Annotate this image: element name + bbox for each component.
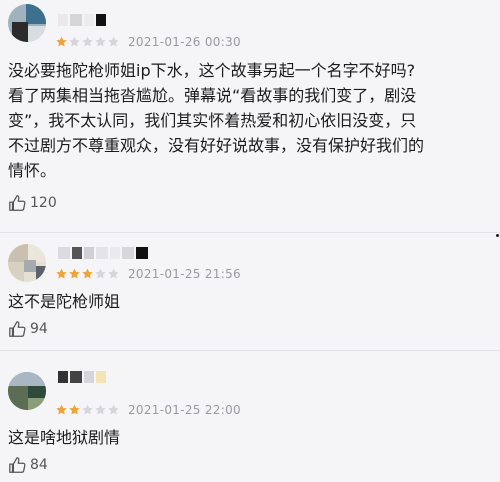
comment-text-line: 情怀。 [8, 161, 57, 180]
thumbs-up-icon [9, 195, 26, 211]
star-icon [69, 36, 80, 47]
like-count: 84 [30, 457, 48, 473]
username[interactable] [58, 371, 108, 383]
star-icon [82, 404, 93, 415]
comment-item: 2021-01-26 00:30 没必要拖陀枪师姐ip下水，这个故事另起一个名字… [0, 0, 500, 232]
star-icon [56, 404, 67, 415]
comment-text-line: 看了两集相当拖沓尴尬。弹幕说“看故事的我们变了，剧没 [8, 86, 417, 105]
star-icon [95, 404, 106, 415]
comment-item: 2021-01-25 21:56 这不是陀枪师姐 94 [0, 233, 500, 350]
like-button[interactable]: 94 [8, 320, 48, 338]
rating-stars [55, 35, 120, 49]
comment-text: 这是啥地狱剧情 [8, 425, 120, 450]
like-button[interactable]: 120 [8, 194, 57, 212]
thumbs-up-icon [9, 321, 26, 337]
comment-text-line: 不过剧方不尊重观众，没有好好说故事，没有保护好我们的 [8, 136, 425, 155]
comment-text-line: 变”，我不太认同，我们其实怀着热爱和初心依旧没变，只 [8, 111, 417, 130]
comment-text-line: 没必要拖陀枪师姐ip下水，这个故事另起一个名字不好吗? [8, 61, 416, 80]
comment-text-line: 这是啥地狱剧情 [8, 428, 121, 447]
star-icon [108, 404, 119, 415]
star-icon [69, 268, 80, 279]
like-count: 120 [30, 195, 57, 211]
like-button[interactable]: 84 [8, 456, 48, 474]
star-icon [56, 36, 67, 47]
comment-time: 2021-01-25 21:56 [128, 267, 241, 281]
star-icon [69, 404, 80, 415]
username[interactable] [58, 14, 108, 26]
star-icon [95, 36, 106, 47]
comment-time: 2021-01-26 00:30 [128, 35, 241, 49]
avatar[interactable] [8, 244, 46, 282]
comment-text-line: 这不是陀枪师姐 [8, 292, 121, 311]
rating-stars [55, 403, 120, 417]
avatar[interactable] [8, 372, 46, 410]
rating-stars [55, 267, 120, 281]
comment-text: 没必要拖陀枪师姐ip下水，这个故事另起一个名字不好吗? 看了两集相当拖沓尴尬。弹… [8, 58, 424, 183]
avatar[interactable] [8, 4, 46, 42]
star-icon [108, 36, 119, 47]
thumbs-up-icon [9, 457, 26, 473]
star-icon [82, 36, 93, 47]
username[interactable] [58, 247, 150, 259]
comment-item: 2021-01-25 22:00 这是啥地狱剧情 84 [0, 351, 500, 482]
star-icon [82, 268, 93, 279]
comment-text: 这不是陀枪师姐 [8, 289, 120, 314]
star-icon [56, 268, 67, 279]
star-icon [108, 268, 119, 279]
comment-time: 2021-01-25 22:00 [128, 403, 241, 417]
star-icon [95, 268, 106, 279]
like-count: 94 [30, 321, 48, 337]
